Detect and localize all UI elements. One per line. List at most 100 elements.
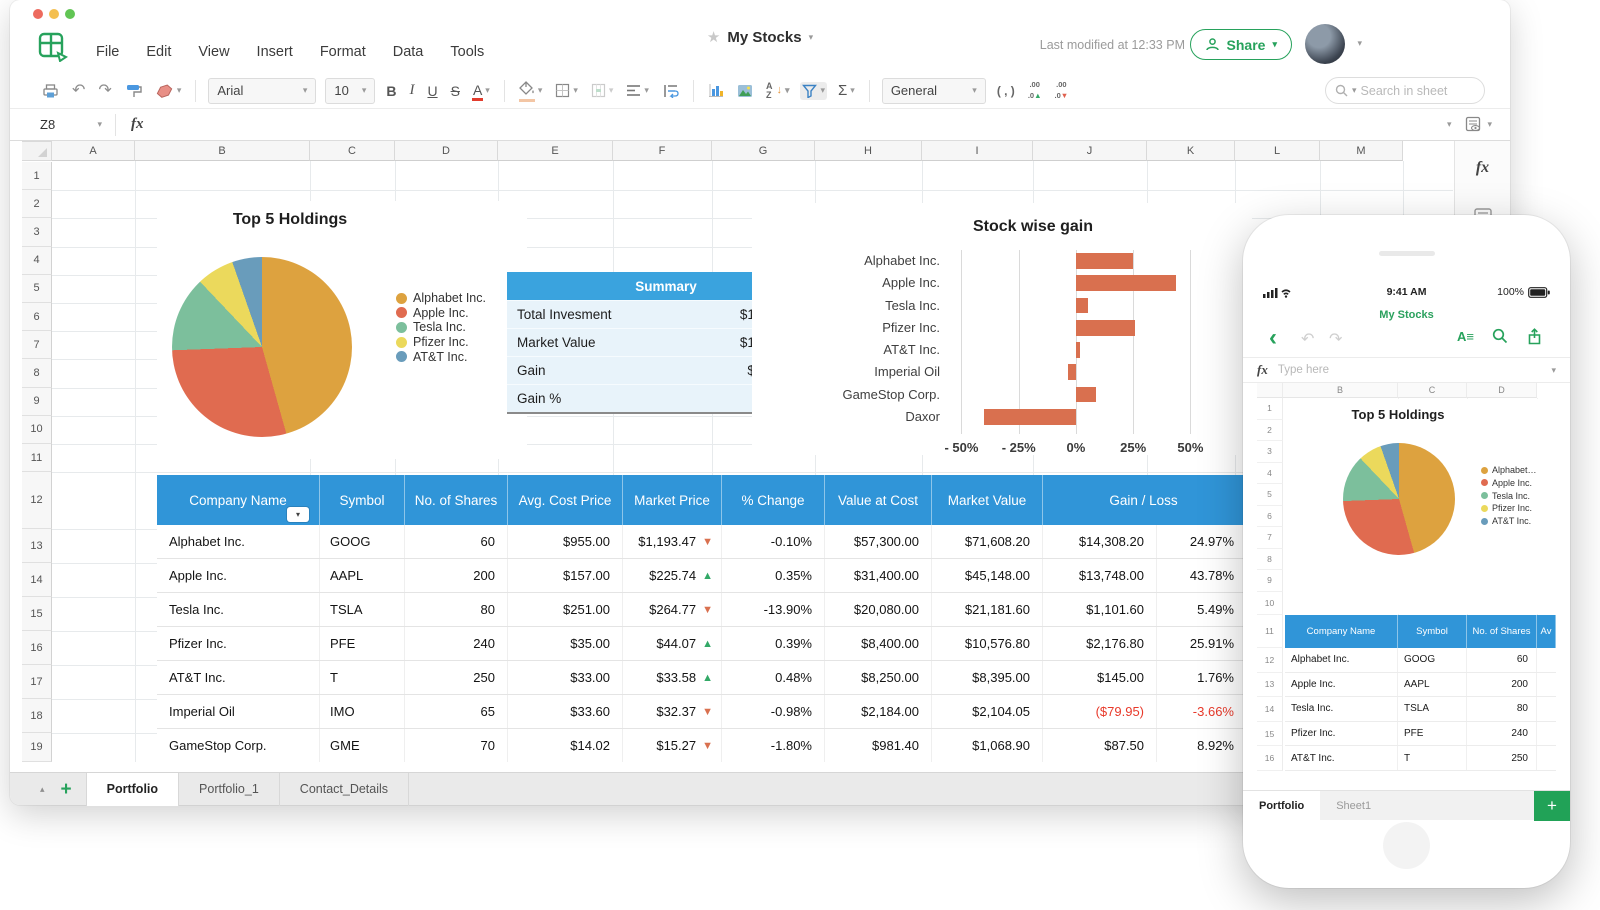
table-cell[interactable]: $225.74▲ <box>623 559 722 592</box>
chevron-down-icon[interactable]: ▾ <box>809 32 814 43</box>
font-family-select[interactable]: Arial ▾ <box>208 78 316 104</box>
phone-column-header-D[interactable]: D <box>1467 383 1537 398</box>
column-header-H[interactable]: H <box>815 141 922 161</box>
row-header-4[interactable]: 4 <box>22 247 52 275</box>
table-cell[interactable]: $45,148.00 <box>932 559 1043 592</box>
table-row[interactable]: Alphabet Inc.GOOG60$955.00$1,193.47▼-0.1… <box>157 525 1245 559</box>
phone-table-header-1[interactable]: Company Name <box>1285 615 1398 648</box>
sheet-list-button[interactable]: ▴ <box>40 784 45 795</box>
table-cell[interactable]: 5.49% <box>1157 593 1245 626</box>
row-header-17[interactable]: 17 <box>22 665 52 699</box>
text-wrap-button[interactable] <box>660 82 681 100</box>
table-cell[interactable]: 60 <box>405 525 508 558</box>
table-cell[interactable]: $264.77▼ <box>623 593 722 626</box>
document-title[interactable]: My Stocks <box>727 29 801 46</box>
formula-input[interactable] <box>156 109 1447 140</box>
row-header-2[interactable]: 2 <box>22 190 52 218</box>
phone-row-header-7[interactable]: 7 <box>1257 527 1283 549</box>
table-cell[interactable]: $1,068.90 <box>932 729 1043 762</box>
row-header-11[interactable]: 11 <box>22 444 52 472</box>
phone-pie-chart[interactable] <box>1343 443 1455 555</box>
row-header-18[interactable]: 18 <box>22 699 52 733</box>
table-cell[interactable]: 0.35% <box>722 559 825 592</box>
table-cell[interactable]: $71,608.20 <box>932 525 1043 558</box>
phone-home-button[interactable] <box>1383 822 1430 869</box>
phone-table-cell[interactable]: 200 <box>1467 673 1537 697</box>
table-cell[interactable]: 80 <box>405 593 508 626</box>
table-cell[interactable]: AT&T Inc. <box>157 661 320 694</box>
column-header-M[interactable]: M <box>1320 141 1403 161</box>
phone-table-cell[interactable]: Pfizer Inc. <box>1285 722 1398 746</box>
column-filter-button[interactable]: ▾ <box>287 507 309 522</box>
sum-button[interactable]: Σ ▾ <box>836 80 857 101</box>
favorite-star-icon[interactable]: ★ <box>707 28 720 46</box>
table-row[interactable]: Pfizer Inc.PFE240$35.00$44.07▲0.39%$8,40… <box>157 627 1245 661</box>
sheet-tab-contact_details[interactable]: Contact_Details <box>280 773 409 806</box>
user-avatar[interactable] <box>1305 24 1345 64</box>
clear-format-button[interactable]: ▾ <box>154 81 184 100</box>
table-cell[interactable]: $33.58▲ <box>623 661 722 694</box>
menu-edit[interactable]: Edit <box>146 44 171 60</box>
table-cell[interactable]: $31,400.00 <box>825 559 932 592</box>
phone-row-header-16[interactable]: 16 <box>1257 746 1283 771</box>
table-cell[interactable]: $8,395.00 <box>932 661 1043 694</box>
insert-image-button[interactable] <box>735 82 755 100</box>
sheet-search-box[interactable]: ▾ <box>1325 77 1485 104</box>
row-header-16[interactable]: 16 <box>22 631 52 665</box>
row-header-9[interactable]: 9 <box>22 388 52 416</box>
column-header-C[interactable]: C <box>310 141 395 161</box>
print-button[interactable] <box>40 81 61 101</box>
bar-chart-bar[interactable] <box>1076 275 1176 291</box>
table-cell[interactable]: $10,576.80 <box>932 627 1043 660</box>
table-cell[interactable]: GME <box>320 729 405 762</box>
table-cell[interactable]: Tesla Inc. <box>157 593 320 626</box>
column-header-G[interactable]: G <box>712 141 815 161</box>
format-painter-button[interactable] <box>123 81 145 101</box>
table-cell[interactable]: 8.92% <box>1157 729 1245 762</box>
menu-tools[interactable]: Tools <box>450 44 484 60</box>
redo-button[interactable]: ↷ <box>96 81 113 101</box>
table-cell[interactable]: TSLA <box>320 593 405 626</box>
column-header-B[interactable]: B <box>135 141 310 161</box>
sort-button[interactable]: AZ ↓ ▾ <box>764 80 792 100</box>
select-all-corner[interactable] <box>22 141 52 161</box>
phone-table-cell[interactable]: Alphabet Inc. <box>1285 648 1398 672</box>
strikethrough-button[interactable]: S <box>449 81 462 101</box>
table-cell[interactable]: ($79.95) <box>1043 695 1157 728</box>
phone-add-sheet-button[interactable]: + <box>1534 791 1570 821</box>
bar-chart-bar[interactable] <box>1076 253 1133 269</box>
phone-table-cell[interactable]: TSLA <box>1398 697 1467 721</box>
table-cell[interactable]: $2,176.80 <box>1043 627 1157 660</box>
table-cell[interactable]: $251.00 <box>508 593 623 626</box>
column-header-L[interactable]: L <box>1235 141 1320 161</box>
holdings-header-3[interactable]: No. of Shares <box>405 475 508 525</box>
row-header-15[interactable]: 15 <box>22 597 52 631</box>
menu-format[interactable]: Format <box>320 44 366 60</box>
table-cell[interactable]: GOOG <box>320 525 405 558</box>
table-cell[interactable]: $15.27▼ <box>623 729 722 762</box>
table-cell[interactable]: -13.90% <box>722 593 825 626</box>
table-cell[interactable]: 25.91% <box>1157 627 1245 660</box>
fill-color-button[interactable]: ▾ <box>517 79 545 102</box>
bar-chart-bar[interactable] <box>1076 320 1135 336</box>
row-header-1[interactable]: 1 <box>22 162 52 190</box>
table-cell[interactable]: $981.40 <box>825 729 932 762</box>
table-cell[interactable]: $8,250.00 <box>825 661 932 694</box>
font-color-button[interactable]: A ▾ <box>471 80 492 102</box>
functions-panel-button[interactable]: fx <box>1476 159 1489 177</box>
row-header-7[interactable]: 7 <box>22 331 52 359</box>
table-cell[interactable]: 250 <box>405 661 508 694</box>
row-header-8[interactable]: 8 <box>22 359 52 387</box>
holdings-header-4[interactable]: Avg. Cost Price <box>508 475 623 525</box>
table-cell[interactable]: $33.00 <box>508 661 623 694</box>
table-cell[interactable]: IMO <box>320 695 405 728</box>
table-cell[interactable]: $2,104.05 <box>932 695 1043 728</box>
table-cell[interactable]: T <box>320 661 405 694</box>
italic-button[interactable]: I <box>407 80 416 101</box>
table-cell[interactable]: $1,193.47▼ <box>623 525 722 558</box>
table-row[interactable]: GameStop Corp.GME70$14.02$15.27▼-1.80%$9… <box>157 729 1245 762</box>
phone-row-header-8[interactable]: 8 <box>1257 549 1283 571</box>
account-chevron-icon[interactable]: ▾ <box>1357 38 1362 49</box>
holdings-header-8[interactable]: Market Value <box>932 475 1043 525</box>
phone-table-header-4[interactable]: Av <box>1537 615 1556 648</box>
